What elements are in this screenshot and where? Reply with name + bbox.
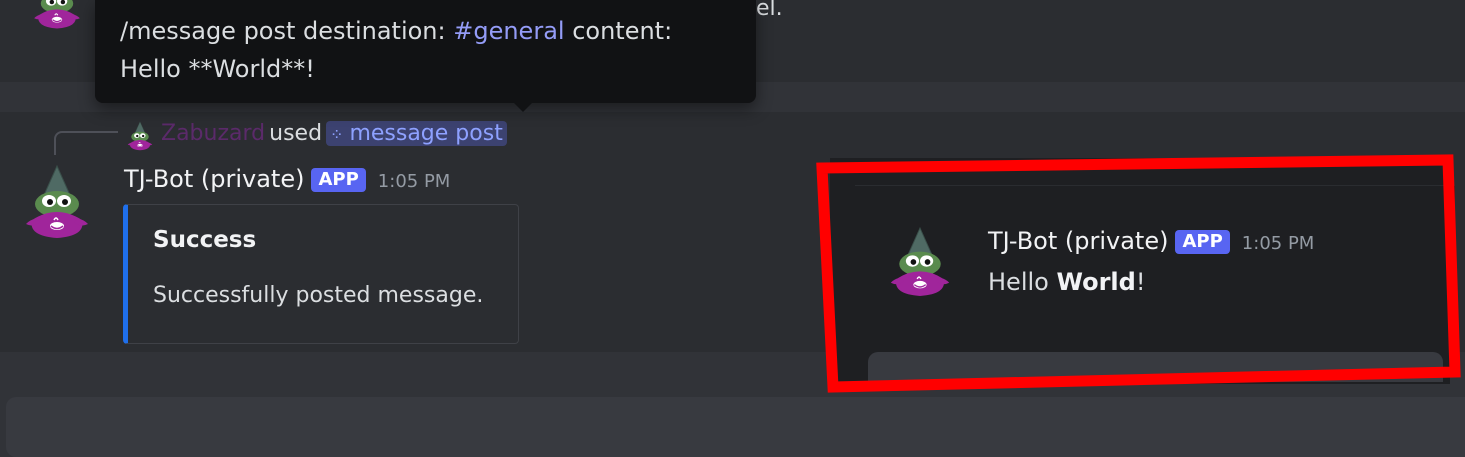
slash-command-icon: ⁘ xyxy=(330,125,344,144)
channel-mention[interactable]: #general xyxy=(453,17,564,45)
preview-header: TJ-Bot (private) APP 1:05 PM xyxy=(988,225,1314,260)
timestamp[interactable]: 1:05 PM xyxy=(378,171,451,192)
message-input[interactable] xyxy=(6,397,1465,457)
embed-title: Success xyxy=(153,227,257,253)
message-header: TJ-Bot (private) APP 1:05 PM xyxy=(124,163,450,198)
preview-input-edge xyxy=(868,352,1443,382)
command-tooltip: /message post destination: #general cont… xyxy=(95,0,756,112)
preview-timestamp[interactable]: 1:05 PM xyxy=(1242,233,1315,254)
preview-author-name[interactable]: TJ-Bot (private) xyxy=(988,227,1168,255)
tooltip-caret xyxy=(514,103,532,112)
preview-message-text: Hello World! xyxy=(988,268,1146,296)
embed-card: Success Successfully posted message. xyxy=(123,204,519,344)
reply-connector xyxy=(54,131,118,155)
bot-avatar-icon[interactable] xyxy=(22,164,92,240)
reply-username[interactable]: Zabuzard xyxy=(161,121,265,146)
tooltip-text: /message post destination: #general cont… xyxy=(120,17,673,83)
app-badge: APP xyxy=(311,168,366,192)
author-name[interactable]: TJ-Bot (private) xyxy=(124,165,304,193)
embed-description: Successfully posted message. xyxy=(153,283,484,308)
user-avatar-icon[interactable] xyxy=(125,121,155,151)
bot-avatar-icon[interactable] xyxy=(887,226,953,298)
bot-avatar-icon[interactable] xyxy=(22,0,92,30)
preview-app-badge: APP xyxy=(1175,230,1230,254)
reply-context: Zabuzard used ⁘ message post xyxy=(161,117,507,152)
previous-message-tail: el. xyxy=(756,0,783,21)
slash-command-chip[interactable]: ⁘ message post xyxy=(326,121,507,146)
